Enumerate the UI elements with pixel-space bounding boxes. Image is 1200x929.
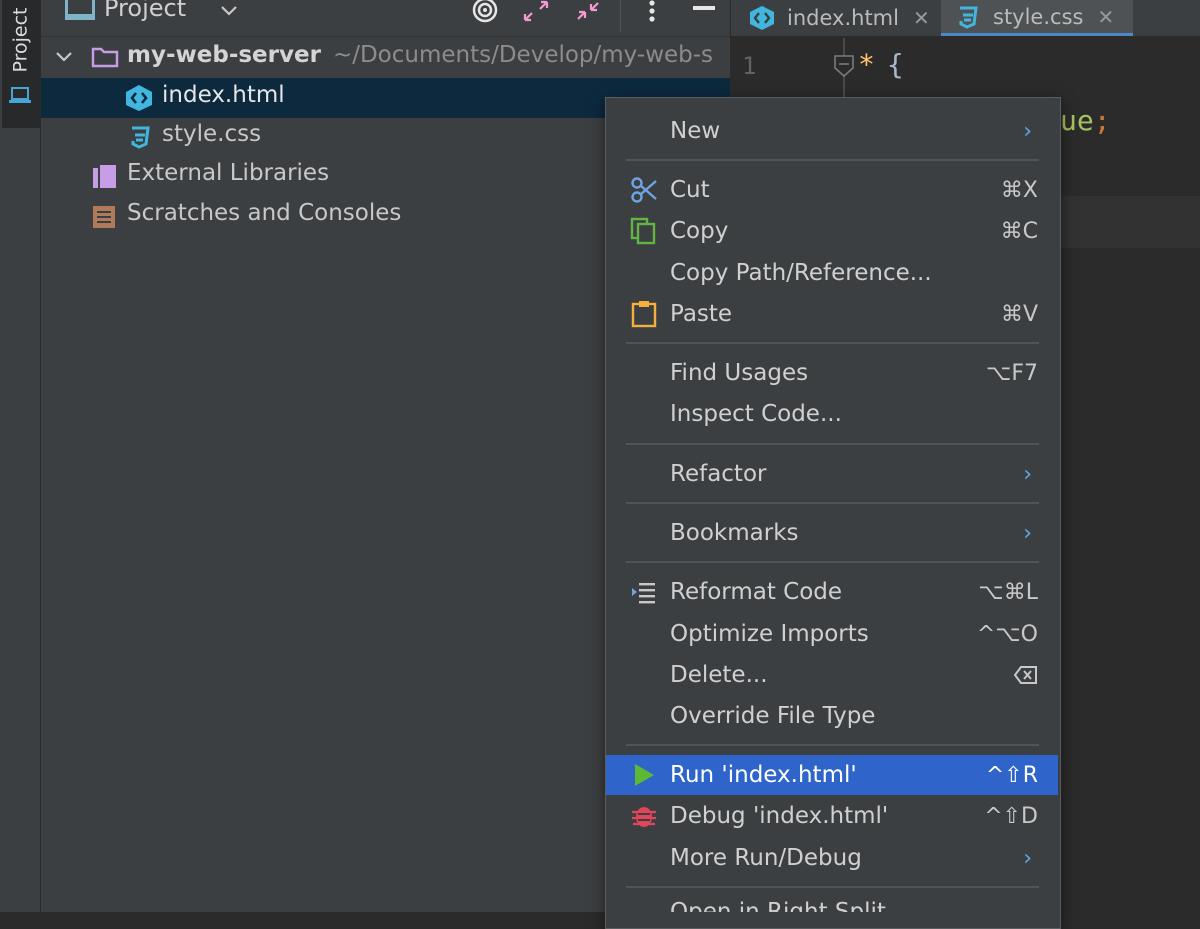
menu-item-paste[interactable]: Paste ⌘V — [606, 294, 1058, 334]
chevron-right-icon: › — [1023, 461, 1032, 487]
chevron-right-icon: › — [1023, 845, 1032, 871]
menu-item-copy[interactable]: Copy ⌘C — [606, 211, 1058, 251]
code-value: ue — [1060, 104, 1094, 137]
libraries-icon — [93, 165, 116, 188]
menu-separator — [626, 443, 1039, 445]
chevron-right-icon: › — [1023, 118, 1032, 144]
menu-separator — [626, 342, 1039, 344]
code-brace: { — [886, 48, 904, 81]
tab-label: index.html — [787, 6, 899, 30]
line-number: 1 — [742, 52, 757, 80]
file-label: index.html — [162, 82, 285, 108]
panel-title[interactable]: Project — [104, 0, 186, 22]
css-file-icon — [959, 6, 978, 29]
header-divider — [620, 0, 621, 32]
more-options-icon[interactable] — [644, 0, 660, 24]
menu-item-reformat-code[interactable]: Reformat Code ⌥⌘L — [606, 572, 1058, 612]
menu-separator — [626, 886, 1039, 888]
scratches-label: Scratches and Consoles — [127, 200, 402, 226]
menu-separator — [626, 744, 1039, 746]
chevron-right-icon: › — [1023, 520, 1032, 546]
menu-item-run[interactable]: Run 'index.html' ^⇧R — [606, 755, 1058, 795]
close-icon[interactable]: ✕ — [913, 6, 930, 30]
project-tool-label: Project — [9, 7, 32, 73]
debug-bug-icon — [632, 807, 656, 827]
project-root-path: ~/Documents/Develop/my-web-s — [332, 42, 714, 68]
fold-marker-icon[interactable] — [832, 38, 856, 98]
project-root-name: my-web-server — [127, 42, 321, 68]
code-line-1: *{ — [858, 48, 904, 81]
menu-item-find-usages[interactable]: Find Usages ⌥F7 — [606, 353, 1058, 393]
delete-key-icon — [1014, 666, 1037, 684]
tab-index-html[interactable]: index.html ✕ — [735, 0, 935, 36]
tab-label: style.css — [993, 4, 1084, 29]
file-label: style.css — [162, 121, 262, 147]
project-window-icon — [65, 0, 95, 20]
locate-target-icon[interactable] — [470, 0, 500, 24]
scratches-icon — [93, 206, 115, 228]
menu-separator — [626, 159, 1039, 161]
tree-root-row[interactable]: my-web-server ~/Documents/Develop/my-web-… — [41, 38, 730, 78]
menu-item-override-file-type[interactable]: Override File Type — [606, 696, 1058, 736]
scissors-icon — [631, 177, 657, 203]
menu-item-debug[interactable]: Debug 'index.html' ^⇧D — [606, 796, 1058, 836]
folder-icon — [91, 47, 119, 68]
css-file-icon — [131, 126, 150, 149]
collapse-all-icon[interactable] — [574, 0, 602, 24]
menu-item-new[interactable]: New › — [606, 111, 1058, 151]
menu-item-cut[interactable]: Cut ⌘X — [606, 170, 1058, 210]
menu-item-refactor[interactable]: Refactor › — [606, 454, 1058, 494]
menu-item-open-right-split[interactable]: Open in Right Split — [606, 897, 1058, 912]
chevron-down-icon[interactable] — [55, 50, 73, 64]
code-line-2: ue; — [1060, 104, 1111, 137]
reformat-icon — [632, 583, 655, 604]
menu-item-optimize-imports[interactable]: Optimize Imports ^⌥O — [606, 614, 1058, 654]
menu-separator — [626, 502, 1039, 504]
html-file-icon — [750, 6, 774, 30]
menu-item-delete[interactable]: Delete... — [606, 655, 1058, 695]
menu-item-more-run-debug[interactable]: More Run/Debug › — [606, 838, 1058, 878]
laptop-icon — [9, 87, 31, 103]
expand-all-icon[interactable] — [522, 0, 550, 24]
clipboard-icon — [631, 301, 657, 328]
external-libraries-label: External Libraries — [127, 160, 330, 186]
menu-item-inspect-code[interactable]: Inspect Code... — [606, 394, 1058, 434]
html-file-icon — [126, 85, 152, 111]
run-play-icon — [635, 764, 654, 786]
tab-style-css[interactable]: style.css ✕ — [941, 0, 1133, 36]
code-selector: * — [858, 48, 875, 81]
menu-item-bookmarks[interactable]: Bookmarks › — [606, 513, 1058, 553]
chevron-down-icon[interactable] — [220, 4, 238, 18]
menu-separator — [626, 561, 1039, 563]
minimize-icon[interactable] — [692, 4, 716, 12]
copy-icon — [630, 217, 656, 245]
close-icon[interactable]: ✕ — [1097, 5, 1114, 29]
tool-window-strip — [0, 0, 41, 912]
menu-item-copy-path[interactable]: Copy Path/Reference... — [606, 253, 1058, 293]
caret-line-highlight — [1058, 196, 1200, 248]
code-semicolon: ; — [1093, 104, 1111, 137]
